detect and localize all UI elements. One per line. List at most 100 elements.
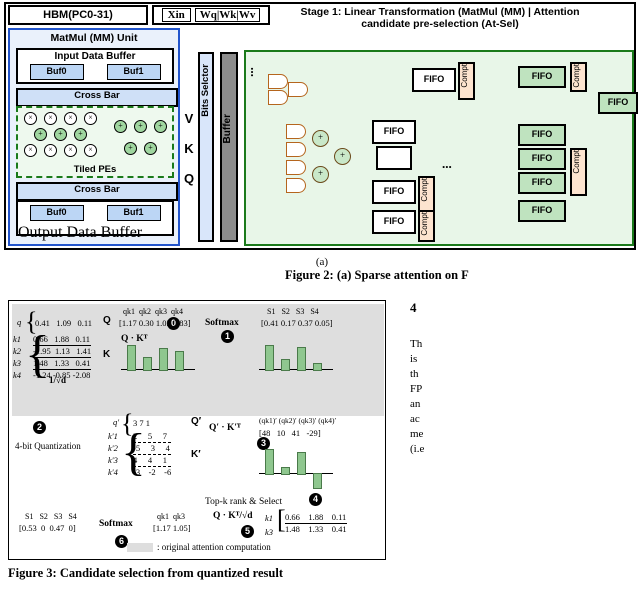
softmax-label-bottom: Softmax: [99, 519, 133, 529]
sel-k-label-1: k1: [265, 513, 274, 523]
sel-k-row-1: 0.66 1.88 0.11: [285, 512, 347, 524]
s-header: S1 S2 S3 S4: [267, 306, 319, 317]
attention-compute-area: ... + + + FIFO Compt FIFO FIFO FIFO Comp…: [244, 50, 638, 246]
pe-add-icon: +: [144, 142, 157, 155]
fifo-block: [376, 146, 412, 170]
pe-add-icon: +: [154, 120, 167, 133]
s-v1: 0.17: [280, 318, 296, 328]
paragraph-line: an: [410, 398, 421, 410]
gate-icon: [286, 160, 306, 175]
pe-mult-icon: ×: [84, 144, 97, 157]
pe-mult-icon: ×: [64, 112, 77, 125]
qprime-tag: Q′: [191, 416, 202, 427]
kprime-label-4: k′4: [108, 467, 118, 477]
sel-k-matrix: 0.66 1.88 0.11 1.48 1.33 0.41: [285, 512, 347, 535]
tiled-pes-area: × × × × + + + × × × × + + + + + Tiled PE…: [16, 106, 174, 178]
gate-icon: [268, 74, 288, 89]
pe-add-icon: +: [74, 128, 87, 141]
figure-3-diagram: q { 0.41 1.09 0.11 Q { k1 k2 k3 k4 0.66 …: [8, 300, 386, 560]
v-label: V: [184, 111, 194, 126]
fifo-block: FIFO: [372, 180, 416, 204]
figure-2-diagram: HBM(PC0-31) Xin Wq|Wk|Wv MatMul (MM) Uni…: [4, 2, 638, 268]
compt-block: Compt: [418, 210, 435, 242]
qkt-sqrt-label: Q · Kᵀ/√d: [213, 511, 253, 521]
selqk-v0: 1.17: [155, 523, 171, 533]
qk-bar-chart: [121, 341, 195, 383]
input-buf1: Buf1: [106, 64, 161, 80]
q-v1: 1.09: [56, 318, 72, 328]
gate-icon: [288, 82, 308, 97]
fifo-block: FIFO: [372, 120, 416, 144]
k-row-3: 1.48 1.33 0.41: [33, 358, 92, 370]
paragraph-line: th: [410, 368, 419, 380]
vkq-labels: V K Q: [182, 104, 196, 199]
qk3-label: qk3: [155, 307, 167, 316]
bits-selector: Bits Selctor: [198, 52, 214, 242]
figure2-caption: Figure 2: (a) Sparse attention on F: [285, 268, 469, 282]
paragraph-line: me: [410, 428, 424, 440]
hbm-block: HBM(PC0-31): [8, 5, 148, 25]
paragraph-line: (i.e: [410, 443, 425, 455]
fifo-block: FIFO: [518, 66, 566, 88]
fs2-label: S2: [39, 512, 48, 521]
qk4-label: qk4: [171, 307, 183, 316]
selected-qk-values: [1.17 1.05]: [153, 523, 191, 533]
buffer-label: Buffer: [222, 114, 233, 144]
final-s-values: [0.53 0 0.47 0]: [19, 523, 76, 533]
qkp2-label: (qk2)′: [278, 416, 297, 425]
xin-label: Xin: [161, 8, 191, 22]
k-label: K: [184, 141, 194, 156]
selqk-v1: 1.05: [172, 523, 188, 533]
gate-icon: [286, 124, 306, 139]
kprime-matrix: 2 5 7 -5 3 4 4 4 1 -3 -2 -6: [133, 431, 172, 478]
fifo-block: FIFO: [372, 210, 416, 234]
qk-header: qk1 qk2 qk3 qk4: [123, 306, 183, 317]
kprime-row-1: 2 5 7: [133, 431, 172, 443]
kprime-label-3: k′3: [108, 455, 118, 465]
kprime-row-2: -5 3 4: [133, 443, 172, 455]
qk-v2: 1.05: [155, 318, 171, 328]
fs-v1: 0: [40, 523, 46, 533]
k-row-label-3: k3: [13, 358, 22, 368]
output-buf0: Buf0: [29, 205, 84, 221]
compt-label: Compt: [572, 64, 581, 88]
kprime-row-3: 4 4 1: [133, 455, 172, 467]
compt-label: Compt: [572, 150, 581, 174]
fifo-block: FIFO: [518, 124, 566, 146]
s-v3: 0.05: [314, 318, 330, 328]
fifo-block: FIFO: [412, 68, 456, 92]
cross-bar-bottom: Cross Bar: [16, 182, 178, 201]
input-buf0: Buf0: [29, 64, 84, 80]
q-tag: Q: [103, 315, 111, 326]
qprime-label: q′: [113, 417, 120, 427]
step-5: 5: [241, 525, 254, 538]
gate-icon: [286, 178, 306, 193]
quantization-label: 4-bit Quantization: [15, 441, 81, 451]
buffer-block: Buffer: [220, 52, 238, 242]
qk-prime-header: (qk1)′ (qk2)′ (qk3)′ (qk4)′: [259, 415, 336, 426]
compt-label: Compt: [420, 178, 429, 202]
qkp-v3: -29: [306, 428, 318, 438]
qkp-v1: 10: [276, 428, 286, 438]
fs1-label: S1: [25, 512, 34, 521]
qk2-label: qk2: [139, 307, 151, 316]
selected-qk-header: qk1 qk3: [157, 511, 185, 522]
s-values: [0.41 0.17 0.37 0.05]: [261, 318, 333, 328]
s2-label: S2: [281, 307, 290, 316]
qkp1-label: (qk1)′: [259, 416, 277, 425]
output-data-buffer: Buf0 Buf1 Output Data Buffer: [16, 200, 174, 241]
s-v2: 0.37: [297, 318, 313, 328]
k-row-2: -1.95 1.13 1.41: [33, 346, 92, 358]
fifo-block: FIFO: [518, 172, 566, 194]
kprime-label-1: k′1: [108, 431, 118, 441]
pe-add-icon: +: [134, 120, 147, 133]
qk-values: [1.17 0.30 1.05 0.83]: [119, 318, 191, 328]
figure2-subcaption: (a): [315, 256, 329, 268]
stage1-line1: Stage 1: Linear Transformation (MatMul (…: [300, 6, 580, 18]
bits-selector-label: Bits Selctor: [200, 64, 211, 117]
selqk3-label: qk3: [173, 512, 185, 521]
sel-k-label-2: k3: [265, 527, 274, 537]
s3-label: S3: [295, 307, 305, 316]
compt-block: Compt: [418, 176, 435, 214]
legend-text: : original attention computation: [157, 542, 271, 552]
